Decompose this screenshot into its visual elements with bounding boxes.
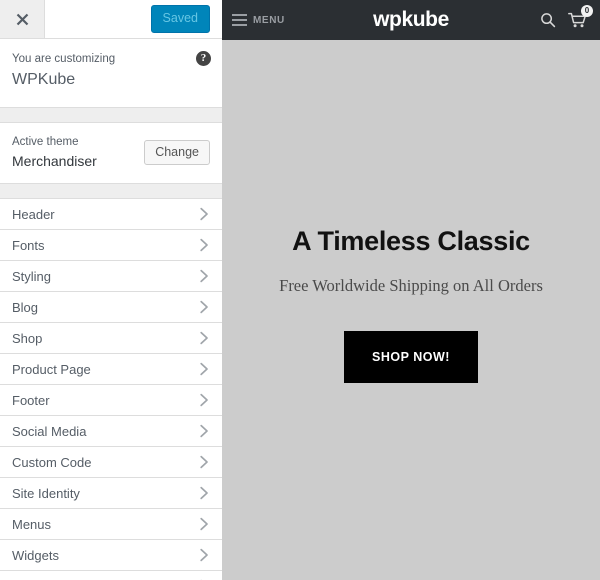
customizer-panel-item[interactable]: Static Front Page: [0, 570, 222, 580]
customizer-panel-item[interactable]: Custom Code: [0, 446, 222, 478]
customizing-eyebrow: You are customizing: [12, 51, 208, 68]
chevron-right-icon: [199, 393, 210, 407]
hamburger-icon: [232, 14, 247, 26]
customizer-panel-label: Menus: [12, 518, 199, 531]
hero-section: A Timeless Classic Free Worldwide Shippi…: [222, 40, 600, 580]
customizing-info: You are customizing WPKube ?: [0, 39, 222, 108]
shop-now-button[interactable]: SHOP NOW!: [344, 331, 478, 383]
customizer-panel-label: Header: [12, 208, 199, 221]
chevron-right-icon: [199, 362, 210, 376]
customizer-panel-item[interactable]: Social Media: [0, 415, 222, 447]
customizer-panel-item[interactable]: Blog: [0, 291, 222, 323]
chevron-right-icon: [199, 331, 210, 345]
active-theme-label: Active theme: [12, 134, 144, 151]
change-theme-button[interactable]: Change: [144, 140, 210, 165]
search-icon: [540, 12, 556, 28]
customizer-panel-item[interactable]: Menus: [0, 508, 222, 540]
active-theme-text: Active theme Merchandiser: [12, 134, 144, 172]
chevron-right-icon: [199, 269, 210, 283]
chevron-right-icon: [199, 207, 210, 221]
help-question-icon[interactable]: ?: [196, 51, 211, 66]
customizer-panel-item[interactable]: Styling: [0, 260, 222, 292]
customizer-panel-list: Header Fonts Styling Blog Shop Product Page Fo…: [0, 184, 222, 580]
customizer-panel-item[interactable]: Footer: [0, 384, 222, 416]
menu-label: MENU: [253, 15, 285, 26]
hero-subtitle: Free Worldwide Shipping on All Orders: [279, 275, 543, 296]
customizer-sidebar: Saved You are customizing WPKube ? Activ…: [0, 0, 222, 580]
customizer-panel-label: Blog: [12, 301, 199, 314]
save-button[interactable]: Saved: [151, 5, 210, 32]
customizer-top-bar: Saved: [0, 0, 222, 39]
chevron-right-icon: [199, 455, 210, 469]
customizer-panel-item[interactable]: Header: [0, 198, 222, 230]
customizer-panel-label: Fonts: [12, 239, 199, 252]
customizer-panel-label: Social Media: [12, 425, 199, 438]
chevron-right-icon: [199, 238, 210, 252]
active-theme-row: Active theme Merchandiser Change: [0, 122, 222, 185]
site-logo-text: wpkube: [373, 8, 449, 32]
header-actions: 0: [540, 12, 587, 29]
customizer-panel-item[interactable]: Widgets: [0, 539, 222, 571]
cart-button[interactable]: 0: [568, 12, 587, 29]
chevron-right-icon: [199, 300, 210, 314]
customizer-panel-label: Footer: [12, 394, 199, 407]
customizer-panel-label: Site Identity: [12, 487, 199, 500]
customizer-panel-item[interactable]: Product Page: [0, 353, 222, 385]
site-title: WPKube: [12, 69, 208, 91]
search-button[interactable]: [540, 12, 556, 28]
site-preview: MENU wpkube 0: [222, 0, 600, 580]
customizer-panel-label: Widgets: [12, 549, 199, 562]
close-customizer-button[interactable]: [0, 0, 45, 38]
customizer-panel-label: Product Page: [12, 363, 199, 376]
top-bar-spacer: [45, 0, 151, 38]
chevron-right-icon: [199, 517, 210, 531]
hero-title: A Timeless Classic: [292, 225, 530, 257]
customizer-panel-item[interactable]: Site Identity: [0, 477, 222, 509]
customizer-panel-item[interactable]: Shop: [0, 322, 222, 354]
site-header: MENU wpkube 0: [222, 0, 600, 40]
customizer-panel-label: Shop: [12, 332, 199, 345]
active-theme-name: Merchandiser: [12, 152, 144, 172]
cart-count-badge: 0: [581, 5, 593, 17]
customizer-panel-item[interactable]: Fonts: [0, 229, 222, 261]
customizer-panel-label: Styling: [12, 270, 199, 283]
chevron-right-icon: [199, 424, 210, 438]
close-x-icon: [16, 13, 29, 26]
chevron-right-icon: [199, 486, 210, 500]
chevron-right-icon: [199, 548, 210, 562]
save-button-wrap: Saved: [151, 0, 222, 38]
menu-toggle-button[interactable]: MENU: [232, 14, 285, 26]
customizer-screen: Saved You are customizing WPKube ? Activ…: [0, 0, 600, 580]
sidebar-gap-top: [0, 108, 222, 122]
customizer-panel-label: Custom Code: [12, 456, 199, 469]
